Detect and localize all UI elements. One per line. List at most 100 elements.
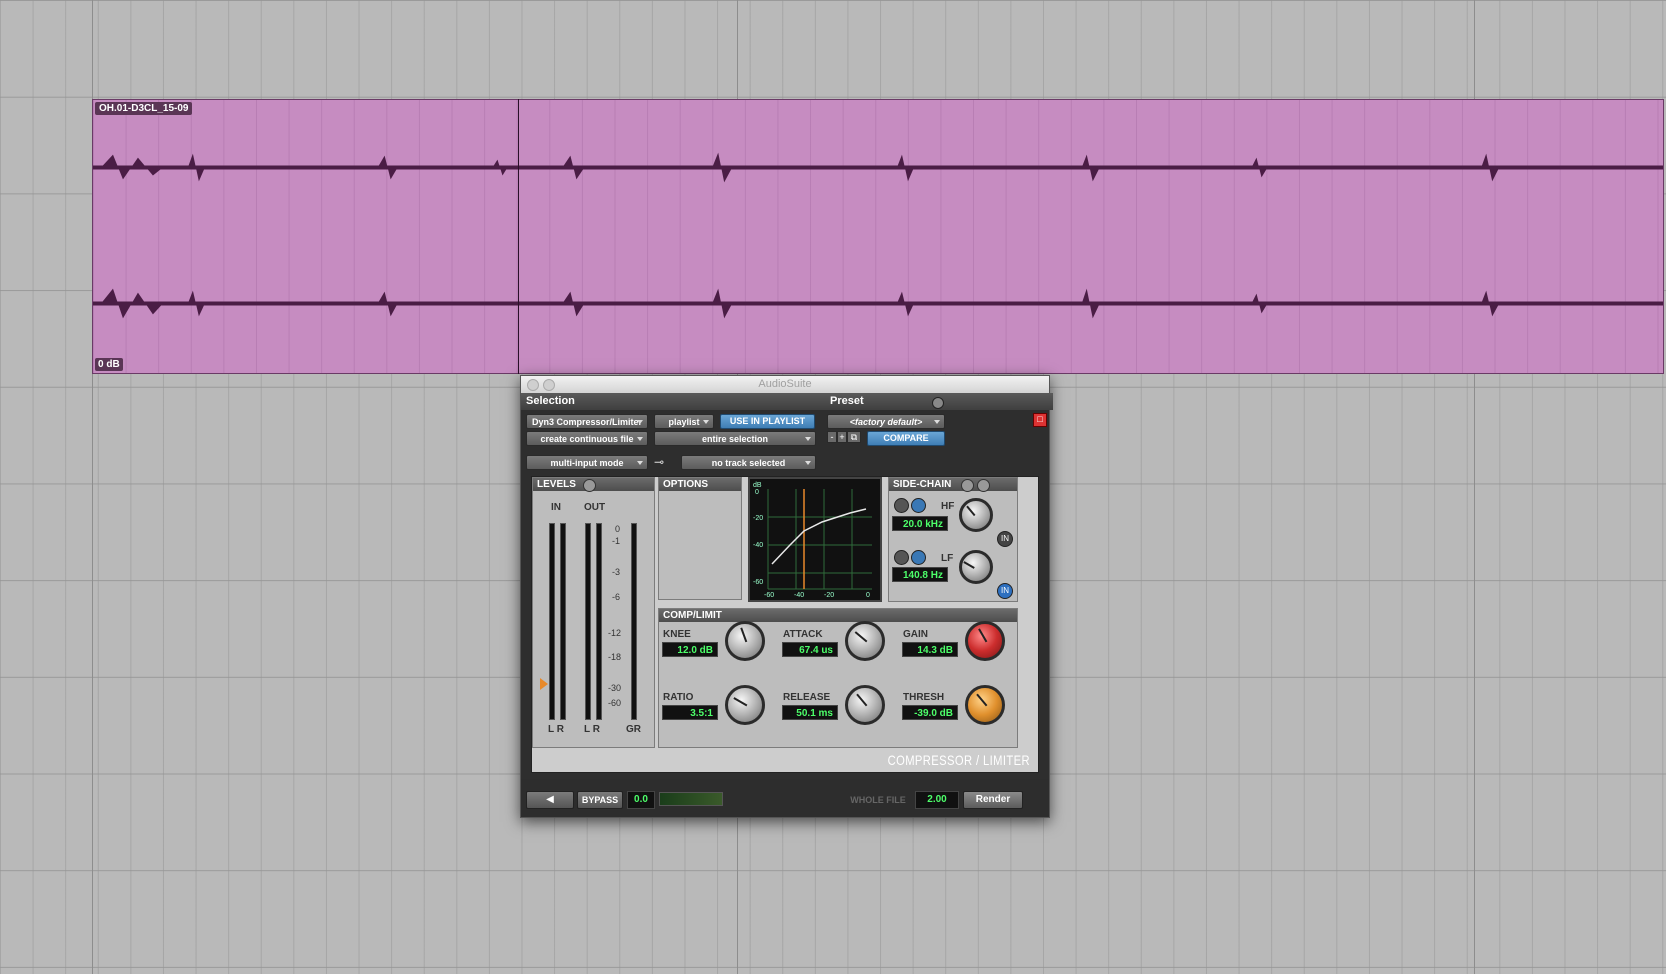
graph-x-40: -40 — [794, 592, 805, 599]
hf-value[interactable]: 20.0 kHz — [892, 516, 948, 531]
lf-knob[interactable] — [959, 550, 993, 584]
out-meter-left — [585, 523, 591, 720]
levels-out-label: OUT — [584, 502, 606, 513]
in-lr-label: L R — [548, 724, 564, 735]
plugin-brand-label: COMPRESSOR / LIMITER — [887, 752, 1030, 768]
comp-limit-title: COMP/LIMIT — [659, 609, 1017, 622]
preset-copy-icon[interactable]: ⧉ — [847, 431, 861, 443]
meter-scale-6: -6 — [612, 592, 621, 602]
selection-header: Selection — [521, 393, 826, 410]
sidechain-track-selector[interactable]: no track selected — [681, 455, 816, 470]
gr-meter — [631, 523, 637, 720]
minimize-window-button[interactable] — [543, 379, 555, 391]
clip-gain-label[interactable]: 0 dB — [95, 358, 123, 371]
hf-filter-type-icon[interactable] — [894, 498, 909, 513]
lf-filter-shelf-icon[interactable] — [911, 550, 926, 565]
thresh-value[interactable]: -39.0 dB — [902, 705, 958, 720]
sidechain-key-listen-icon[interactable] — [961, 479, 974, 492]
waveform — [93, 152, 1663, 319]
meter-scale-30: -30 — [608, 683, 622, 693]
out-lr-label: L R — [584, 724, 600, 735]
release-value[interactable]: 50.1 ms — [782, 705, 838, 720]
knee-value[interactable]: 12.0 dB — [662, 642, 718, 657]
window-title: AudioSuite — [758, 378, 812, 390]
meter-scale-0: 0 — [615, 524, 621, 534]
preset-selector[interactable]: <factory default> — [827, 414, 945, 429]
options-title: OPTIONS — [659, 478, 741, 491]
release-knob[interactable] — [845, 685, 885, 725]
options-panel: OPTIONS — [658, 477, 742, 600]
transfer-curve-graph: dB 0 -20 -40 -60 -60 -40 -20 0 — [748, 477, 882, 602]
ratio-label: RATIO — [663, 692, 694, 703]
use-in-playlist-button[interactable]: USE IN PLAYLIST — [720, 414, 815, 429]
in-meter-right — [560, 523, 566, 720]
gain-knob[interactable] — [965, 621, 1005, 661]
thresh-knob[interactable] — [965, 685, 1005, 725]
handle-length-value[interactable]: 2.00 — [915, 791, 959, 809]
attack-knob[interactable] — [845, 621, 885, 661]
playlist-selector[interactable]: playlist — [654, 414, 714, 429]
attack-label: ATTACK — [783, 629, 823, 640]
bypass-button[interactable]: BYPASS — [577, 791, 623, 809]
graph-x-0: 0 — [866, 592, 870, 599]
sidechain-title: SIDE-CHAIN — [889, 478, 1017, 491]
audio-clip[interactable]: OH.01-D3CL_15-09 0 dB — [92, 99, 1664, 374]
knee-knob[interactable] — [725, 621, 765, 661]
out-meter-right — [596, 523, 602, 720]
lf-label: LF — [941, 553, 954, 564]
hf-knob[interactable] — [959, 498, 993, 532]
window-footer: ◀ BYPASS 0.0 WHOLE FILE 2.00 Render — [521, 779, 1049, 817]
compare-button[interactable]: COMPARE — [867, 431, 945, 446]
sidechain-panel: SIDE-CHAIN HF 20.0 kHz IN LF 140.8 Hz IN — [888, 477, 1018, 602]
plugin-selector[interactable]: Dyn3 Compressor/Limiter — [526, 414, 648, 429]
close-plugin-icon[interactable]: □ — [1033, 413, 1047, 427]
hf-in-icon[interactable]: IN — [997, 531, 1013, 547]
graph-y-60: -60 — [753, 579, 764, 586]
ratio-value[interactable]: 3.5:1 — [662, 705, 718, 720]
gr-label: GR — [626, 724, 641, 735]
render-button[interactable]: Render — [963, 791, 1023, 809]
levels-panel: LEVELS IN OUT 0 -1 -3 -6 -12 -18 -30 -60… — [532, 477, 655, 748]
knee-label: KNEE — [663, 629, 691, 640]
whole-file-button[interactable]: WHOLE FILE — [847, 793, 909, 807]
meter-scale-12: -12 — [608, 628, 622, 638]
close-window-button[interactable] — [527, 379, 539, 391]
window-titlebar[interactable]: AudioSuite — [521, 376, 1049, 394]
levels-reset-icon[interactable] — [583, 479, 596, 492]
lf-filter-type-icon[interactable] — [894, 550, 909, 565]
graph-y-db: dB — [753, 482, 762, 489]
graph-x-60: -60 — [764, 592, 775, 599]
graph-x-20: -20 — [824, 592, 835, 599]
meter-scale-1: -1 — [612, 536, 621, 546]
meter-scale-3: -3 — [612, 567, 621, 577]
playhead-cursor — [518, 99, 519, 374]
clip-name-label: OH.01-D3CL_15-09 — [95, 102, 193, 115]
preset-increment-button[interactable]: + — [837, 431, 847, 443]
file-mode-selector[interactable]: create continuous file — [526, 431, 648, 446]
preview-level-value[interactable]: 0.0 — [627, 791, 655, 809]
lf-in-icon[interactable]: IN — [997, 583, 1013, 599]
meter-scale-60: -60 — [608, 698, 622, 708]
preview-button[interactable]: ◀ — [526, 791, 574, 809]
attack-value[interactable]: 67.4 us — [782, 642, 838, 657]
ratio-knob[interactable] — [725, 685, 765, 725]
levels-in-label: IN — [551, 502, 561, 513]
graph-y-40: -40 — [753, 542, 764, 549]
gain-label: GAIN — [903, 629, 928, 640]
transfer-curve-svg — [767, 489, 872, 590]
sidechain-key-enable-icon[interactable] — [977, 479, 990, 492]
input-mode-selector[interactable]: multi-input mode — [526, 455, 648, 470]
lf-value[interactable]: 140.8 Hz — [892, 567, 948, 582]
thresh-label: THRESH — [903, 692, 945, 703]
release-label: RELEASE — [783, 692, 831, 703]
key-icon[interactable]: ⊸ — [654, 455, 676, 470]
comp-limit-panel: COMP/LIMIT KNEE 12.0 dB ATTACK 67.4 us G… — [658, 608, 1018, 748]
gain-value[interactable]: 14.3 dB — [902, 642, 958, 657]
preset-menu-icon[interactable] — [932, 397, 944, 409]
scope-selector[interactable]: entire selection — [654, 431, 816, 446]
threshold-marker-icon[interactable] — [540, 678, 548, 690]
hf-label: HF — [941, 501, 955, 512]
hf-filter-shelf-icon[interactable] — [911, 498, 926, 513]
preset-decrement-button[interactable]: - — [827, 431, 837, 443]
graph-y-0: 0 — [755, 489, 759, 496]
